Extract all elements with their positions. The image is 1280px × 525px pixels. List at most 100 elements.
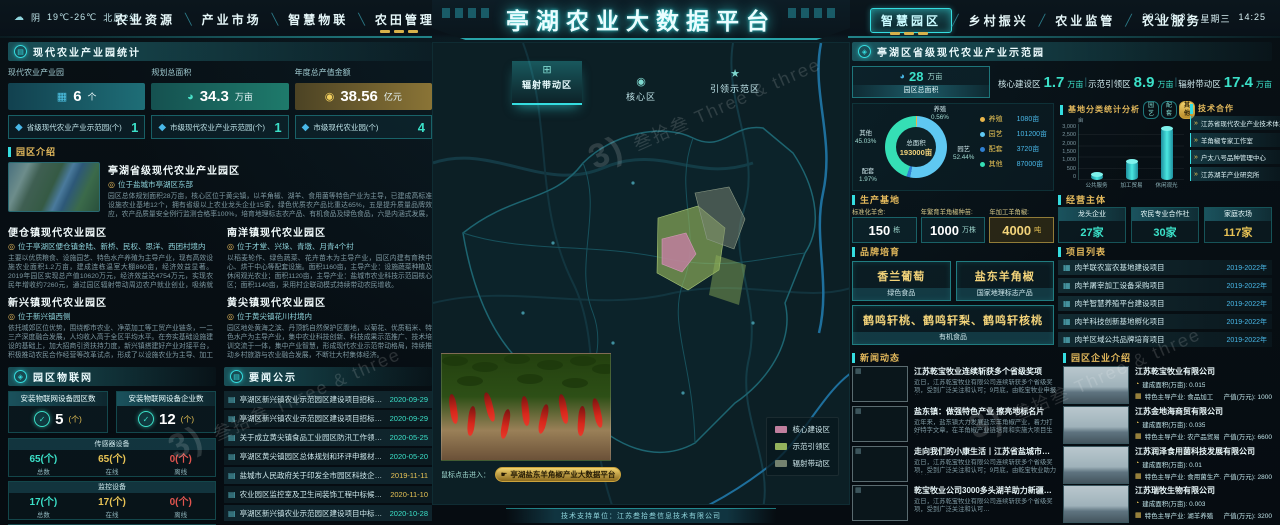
bar-unit-label: 亩 (1078, 118, 1084, 124)
district-map[interactable]: ⊞ 辐射带动区 ◉ 核心区 ★ 引领示范区 核心建设区 示范引领区 辐射带动区 鼠标点击进入：… (432, 42, 850, 505)
bar-公共服务[interactable] (1090, 172, 1103, 180)
platform-title: 亭湖农业大数据平台 (506, 8, 776, 34)
nav-tab-农业资源[interactable]: 农业资源 (105, 8, 185, 31)
mini-stat: ◆ 省级现代农业产业示范园(个) 1 (8, 115, 146, 139)
slice-name: 配套 (861, 168, 875, 175)
news-item[interactable]: 江苏乾宝牧业连续斩获多个省级奖项近日，江苏乾宝牧业有限公司连续斩获多个省级奖项，… (852, 366, 1057, 402)
zone-stat-辐射带动区: 辐射带动区 17.4 万亩 (1178, 74, 1272, 91)
document-icon: ▤ (228, 452, 236, 461)
announcement-row[interactable]: ▤ 亭湖区新兴镇农业示范园区建设项目中标候… 2020-10-28 (224, 505, 432, 521)
announcement-row[interactable]: ▤ 盐城市人民政府关于印发全市园区科技企业… 2019-11-11 (224, 467, 432, 484)
location-text: 位于盐城市亭湖区东部 (117, 180, 193, 189)
map-button-辐射带动区[interactable]: ⊞ 辐射带动区 (511, 61, 582, 105)
business-value: 30家 (1153, 226, 1177, 239)
center-column: ⊞ 辐射带动区 ◉ 核心区 ★ 引领示范区 核心建设区 示范引领区 辐射带动区 鼠标点击进入：… (432, 42, 850, 525)
zone-stat-核心建设区: 核心建设区 1.7 万亩 (998, 74, 1083, 91)
announcements-panel: ▤ 要闻公示 ▤ 亭湖区新兴镇农业示范园区建设项目招标公告 2020-09-29 ▤ 亭… (224, 367, 432, 521)
bar-加工贸易[interactable] (1125, 159, 1138, 180)
park-name: 亭湖省级现代农业产业园区 (108, 166, 240, 177)
project-row[interactable]: ▦ 肉羊联农富农基地建设项目 2019-2022年 (1058, 260, 1272, 275)
announcement-title: 亭湖区黄尖镇园区总体规划和环评申报材… (239, 452, 383, 461)
news-thumbnail (852, 445, 908, 482)
total-area-value: 28 (908, 68, 924, 84)
park-area-stats: ◕ 28 万亩 园区总面积 核心建设区 1.7 万亩 | 示范引领区 8.9 万亩 | 辐射带动… (852, 65, 1272, 99)
announcement-row[interactable]: ▤ 农业园区监控室及卫生间装饰工程中标候… 2020-11-10 (224, 486, 432, 503)
map-button-核心区[interactable]: ◉ 核心区 (616, 73, 666, 105)
x-axis-label: 公共服务 (1085, 183, 1108, 189)
iot-card-label: 安装物联网设备企业数 (117, 392, 215, 406)
nav-tab-产业市场[interactable]: 产业市场 (192, 8, 272, 31)
enterprise-area: 建成面积(万亩): 0.003 (1142, 501, 1206, 509)
tech-cooperation-item[interactable]: » 江苏省现代农业产业技术体系 (1190, 116, 1280, 130)
weather-temp: 19℃-26℃ (47, 12, 98, 22)
bar-休闲观光[interactable] (1160, 125, 1173, 180)
chili-platform-button[interactable]: ☛ 亭湖盐东羊角椒产业大数据平台 (495, 467, 621, 482)
announcement-date: 2019-11-11 (390, 471, 428, 480)
chili-shape (576, 405, 587, 437)
brand-box-0[interactable]: 香兰葡萄 绿色食品 (852, 261, 951, 301)
enterprise-item[interactable]: 江苏乾宝牧业有限公司 ◔ 建成面积(万亩): 0.015 ▦ 特色主导产业: 食品加工 产… (1063, 366, 1272, 404)
weekday-label: 星期三 (1200, 14, 1231, 24)
nav-tab-智慧物联[interactable]: 智慧物联 (278, 8, 358, 31)
donut-callout-horticulture: 园艺 52.44% (953, 146, 974, 161)
chili-field-video[interactable] (441, 353, 611, 461)
nav-tab-智慧园区[interactable]: 智慧园区 (870, 8, 953, 33)
brand-tag: 有机食品 (853, 332, 1053, 344)
announcement-row[interactable]: ▤ 关于成立黄尖镇食品工业园区防汛工作领导… 2020-05-25 (224, 429, 432, 446)
nav-tab-农业监管[interactable]: 农业监管 (1045, 9, 1125, 32)
subsection-park-intro: 园区介绍 (8, 147, 432, 157)
weather-cond: 阴 (31, 13, 42, 23)
announcement-row[interactable]: ▤ 亭湖区黄尖镇园区总体规划和环评申报材… 2020-05-20 (224, 448, 432, 465)
news-item[interactable]: 乾宝牧业公司3000多头湖羊助力新疆… 近日，江苏乾宝牧业有限公司连续斩获多个省级… (852, 485, 1057, 522)
map-button-引领示范区[interactable]: ★ 引领示范区 (700, 65, 770, 105)
project-row[interactable]: ▦ 肉羊区域公共品牌培育项目 2019-2022年 (1058, 332, 1272, 347)
park-location: ◎ 位于才堂、兴垛、青墩、月青4个村 (227, 241, 432, 252)
stat-card-2: ◉ 38.56 亿元 (294, 83, 432, 110)
park-aerial-photo[interactable] (8, 162, 100, 212)
enterprise-item[interactable]: 江苏润泽食用菌科技发展有限公司 ◔ 建成面积(万亩): 0.01 ▦ 特色主导产业: 食… (1063, 445, 1272, 484)
chevron-right-icon: » (1194, 136, 1198, 144)
mini-stat-label: 市级现代农业产业示范园(个) (170, 122, 266, 132)
project-name: 肉羊区域公共品牌培育项目 (1074, 335, 1165, 344)
stat-card-label: 规划总面积 (151, 68, 192, 77)
tech-cooperation-item[interactable]: » 户太八号品种管理中心 (1190, 150, 1280, 164)
legend-label: 示范引领区 (792, 442, 831, 451)
enterprise-item[interactable]: 江苏瑞牧生物有限公司 ◔ 建成面积(万亩): 0.003 ▦ 特色主导产业: 湖羊养殖 产… (1063, 485, 1272, 524)
news-item[interactable]: 走向我们的小康生活丨江苏省盐城市… 近日，江苏乾宝牧业有限公司连续斩获多个省级奖项… (852, 445, 1057, 482)
y-tick: 2,500 (1062, 132, 1076, 139)
tech-cooperation-panel: 技术合作 » 江苏省现代农业产业技术体系» 羊角椒专家工作室» 户太八号品种管理中心»… (1190, 103, 1280, 191)
chili-shape (536, 403, 551, 435)
legend-value: 87000亩 (1016, 161, 1044, 168)
nav-tab-乡村振兴[interactable]: 乡村振兴 (959, 9, 1039, 32)
mid-row: 生产基地 标准化羊舍: 150 栋 年繁育羊角椒种苗: 1000 万株 年加工羊角椒: 400… (852, 195, 1272, 243)
tech-cooperation-item[interactable]: » 江苏湖羊产业研究所 (1190, 167, 1280, 181)
base-classification-panel: 基地分类统计分析 园艺 配套 其他 亩 3,000 2,500 2,000 1,500 1,… (1058, 101, 1196, 191)
news-item[interactable]: 盐东镇：做强特色产业 擦亮地标名片近年来，盐东镇大力发展盐东羊角椒产业，着力打好… (852, 405, 1057, 442)
project-row[interactable]: ▦ 肉羊智慧养殖平台建设项目 2019-2022年 (1058, 296, 1272, 311)
enterprise-photo (1063, 445, 1129, 484)
project-years: 2019-2022年 (1226, 318, 1267, 326)
park-name: 南洋镇现代农业园区 (227, 228, 326, 239)
total-area-unit: 万亩 (927, 71, 943, 81)
chili-shape (466, 405, 477, 437)
brand-box-2[interactable]: 鹤鸣轩桃、鹤鸣轩梨、鹤鸣轩核桃 有机食品 (852, 305, 1054, 345)
zone-button-label: 核心区 (625, 92, 656, 102)
section-title: 亭湖区省级现代农业产业示范园 (877, 48, 1045, 59)
legend-value: 3720亩 (1016, 146, 1040, 153)
production-stat: 年加工羊角椒: 4000 吨 (989, 207, 1055, 243)
business-label: 农民专业合作社 (1132, 208, 1198, 221)
announcement-row[interactable]: ▤ 亭湖区新兴镇农业示范园区建设项目招标公告 2020-09-29 (224, 410, 432, 427)
project-years: 2019-2022年 (1226, 336, 1267, 344)
project-row[interactable]: ▦ 肉羊科技创新基地孵化项目 2019-2022年 (1058, 314, 1272, 329)
project-row[interactable]: ▦ 肉羊屠宰加工设备采购项目 2019-2022年 (1058, 278, 1272, 293)
brand-box-1[interactable]: 盐东羊角椒 国家地理标志产品 (955, 261, 1054, 301)
enterprise-item[interactable]: 江苏金地海商贸有限公司 ◔ 建成面积(万亩): 0.035 ▦ 特色主导产业: 农产品贸… (1063, 405, 1272, 444)
announcement-row[interactable]: ▤ 亭湖区新兴镇农业示范园区建设项目招标公告 2020-09-29 (224, 391, 432, 408)
park-description: 以稻麦轮作、绿色蔬菜、花卉苗木为主导产业，园区内建有育秧中心、烘干中心等配套设施… (227, 255, 432, 289)
zone-stats: 核心建设区 1.7 万亩 | 示范引领区 8.9 万亩 | 辐射带动区 17.4 万亩 (998, 74, 1272, 91)
tech-cooperation-item[interactable]: » 羊角椒专家工作室 (1190, 133, 1280, 147)
document-icon: ▦ (1063, 299, 1071, 308)
announcement-date: 2020-09-29 (389, 414, 428, 423)
news-title: 乾宝牧业公司3000多头湖羊助力新疆… (914, 486, 1052, 496)
mini-stat-value: 1 (274, 119, 282, 135)
